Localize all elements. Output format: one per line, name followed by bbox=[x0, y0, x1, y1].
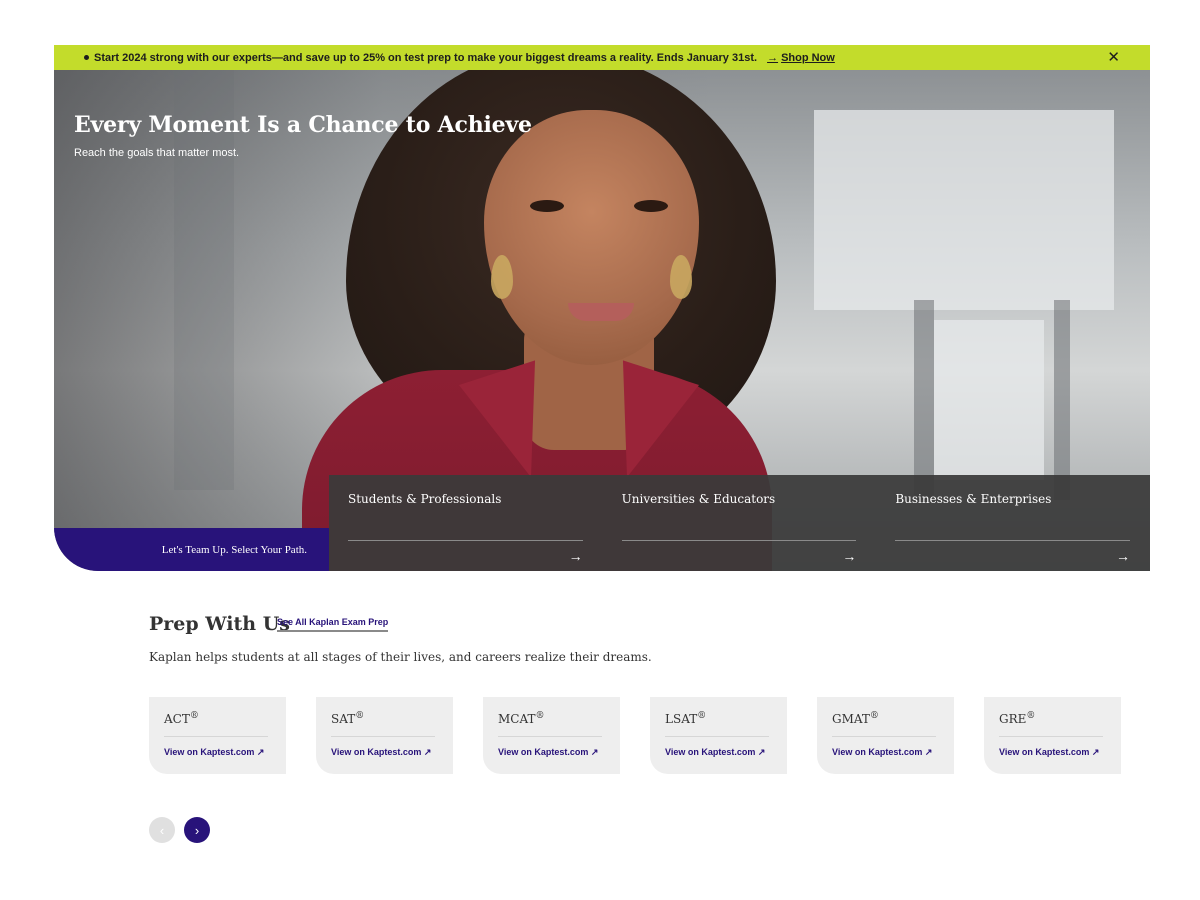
arrow-right-icon: → bbox=[568, 548, 583, 564]
chevron-right-icon: › bbox=[194, 822, 200, 838]
divider bbox=[164, 736, 268, 737]
view-on-kaptest-link[interactable]: View on Kaptest.com ↗ bbox=[999, 747, 1099, 758]
exam-name: MCAT® bbox=[498, 711, 545, 726]
divider bbox=[895, 540, 1131, 541]
divider bbox=[331, 736, 435, 737]
carousel-prev-button[interactable]: ‹ bbox=[149, 817, 175, 843]
exam-name: LSAT® bbox=[665, 711, 707, 726]
exam-name: GMAT® bbox=[832, 711, 879, 726]
arrow-right-icon: → bbox=[1116, 548, 1131, 564]
exam-card-act[interactable]: ACT® View on Kaptest.com ↗ bbox=[149, 697, 286, 774]
person-eye bbox=[530, 200, 564, 212]
divider bbox=[832, 736, 936, 737]
section-title: Prep With Us bbox=[149, 613, 290, 635]
divider bbox=[999, 736, 1103, 737]
promo-banner: Start 2024 strong with our experts—and s… bbox=[54, 45, 1150, 70]
see-all-exam-prep-link[interactable]: See All Kaplan Exam Prep bbox=[277, 617, 389, 632]
exam-card-carousel: ACT® View on Kaptest.com ↗ SAT® View on … bbox=[149, 697, 1139, 774]
divider bbox=[665, 736, 769, 737]
path-label: Students & Professionals bbox=[348, 492, 502, 506]
exam-name: SAT® bbox=[331, 711, 365, 726]
path-label: Businesses & Enterprises bbox=[895, 492, 1052, 506]
divider bbox=[498, 736, 602, 737]
chevron-left-icon: ‹ bbox=[159, 822, 165, 838]
view-on-kaptest-link[interactable]: View on Kaptest.com ↗ bbox=[498, 747, 598, 758]
background-column bbox=[1054, 300, 1070, 500]
background-window bbox=[814, 110, 1114, 310]
earring-icon bbox=[670, 255, 692, 299]
divider bbox=[348, 540, 583, 541]
bullet-icon bbox=[84, 55, 89, 60]
path-label: Universities & Educators bbox=[621, 492, 776, 506]
carousel-next-button[interactable]: › bbox=[184, 817, 210, 843]
exam-card-gre[interactable]: GRE® View on Kaptest.com ↗ bbox=[984, 697, 1121, 774]
promo-message: Start 2024 strong with our experts—and s… bbox=[94, 51, 758, 64]
earring-icon bbox=[491, 255, 513, 299]
person-eye bbox=[634, 200, 668, 212]
path-businesses-enterprises[interactable]: Businesses & Enterprises → bbox=[876, 475, 1150, 571]
arrow-right-icon: → bbox=[842, 548, 857, 564]
hero-subtitle: Reach the goals that matter most. bbox=[74, 147, 240, 159]
exam-card-gmat[interactable]: GMAT® View on Kaptest.com ↗ bbox=[817, 697, 954, 774]
view-on-kaptest-link[interactable]: View on Kaptest.com ↗ bbox=[832, 747, 932, 758]
background-column bbox=[914, 300, 934, 500]
close-icon[interactable]: ✕ bbox=[1107, 48, 1120, 66]
background-window bbox=[934, 320, 1044, 480]
person-mouth bbox=[568, 303, 634, 321]
team-up-label: Let's Team Up. Select Your Path. bbox=[161, 543, 307, 556]
exam-name: GRE® bbox=[999, 711, 1036, 726]
path-universities-educators[interactable]: Universities & Educators → bbox=[603, 475, 877, 571]
path-students-professionals[interactable]: Students & Professionals → bbox=[329, 475, 603, 571]
view-on-kaptest-link[interactable]: View on Kaptest.com ↗ bbox=[331, 747, 431, 758]
exam-name: ACT® bbox=[164, 711, 199, 726]
view-on-kaptest-link[interactable]: View on Kaptest.com ↗ bbox=[665, 747, 765, 758]
hero-title: Every Moment Is a Chance to Achieve bbox=[74, 112, 532, 138]
shop-now-label: Shop Now bbox=[781, 51, 835, 64]
view-on-kaptest-link[interactable]: View on Kaptest.com ↗ bbox=[164, 747, 264, 758]
path-selector: Students & Professionals → Universities … bbox=[329, 475, 1150, 571]
exam-card-sat[interactable]: SAT® View on Kaptest.com ↗ bbox=[316, 697, 453, 774]
shop-now-link[interactable]: → Shop Now bbox=[767, 52, 835, 64]
arrow-right-icon: → bbox=[767, 51, 779, 64]
divider bbox=[621, 540, 857, 541]
team-up-tab: Let's Team Up. Select Your Path. bbox=[54, 528, 329, 571]
exam-card-mcat[interactable]: MCAT® View on Kaptest.com ↗ bbox=[483, 697, 620, 774]
hero-banner: Every Moment Is a Chance to Achieve Reac… bbox=[54, 70, 1150, 571]
section-description: Kaplan helps students at all stages of t… bbox=[149, 650, 652, 664]
exam-card-lsat[interactable]: LSAT® View on Kaptest.com ↗ bbox=[650, 697, 787, 774]
